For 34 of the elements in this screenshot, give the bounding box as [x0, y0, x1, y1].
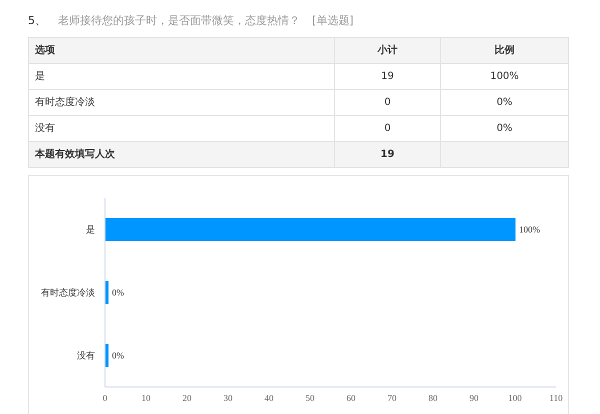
- table-cell: 19: [334, 64, 440, 90]
- x-tick-label: 110: [549, 393, 563, 403]
- value-label: 100%: [519, 224, 540, 234]
- x-tick-label: 0: [102, 393, 108, 403]
- x-tick-label: 90: [470, 393, 478, 403]
- column-header: 小计: [334, 38, 440, 64]
- value-label: 0%: [112, 288, 124, 298]
- bar: [106, 344, 108, 367]
- column-header: 比例: [440, 38, 568, 64]
- question-number: 5、: [28, 12, 46, 29]
- x-tick-label: 50: [306, 393, 314, 403]
- table-cell: 0: [334, 90, 440, 116]
- table-cell: 0%: [440, 90, 568, 116]
- category-label: 没有: [77, 350, 95, 360]
- x-tick-label: 80: [428, 393, 438, 403]
- x-tick-label: 100: [508, 393, 522, 403]
- table-cell: 有时态度冷淡: [28, 90, 334, 116]
- bar: [106, 281, 108, 304]
- table-cell: 19: [334, 142, 440, 168]
- category-label: 有时态度冷淡: [41, 288, 95, 298]
- question-text: 老师接待您的孩子时，是否面带微笑，态度热情？: [58, 12, 300, 29]
- table-cell: 是: [28, 64, 334, 90]
- value-label: 0%: [112, 350, 124, 360]
- x-tick-label: 20: [182, 393, 192, 403]
- column-header: 选项: [28, 38, 334, 64]
- category-label: 是: [86, 224, 95, 234]
- x-tick-label: 10: [142, 393, 150, 403]
- question-type-tag: [单选题]: [312, 12, 354, 30]
- x-tick-label: 40: [264, 393, 274, 403]
- table-cell: 本题有效填写人次: [28, 142, 334, 168]
- x-tick-label: 30: [224, 393, 232, 403]
- table-cell: 100%: [440, 64, 568, 90]
- x-tick-label: 70: [388, 393, 396, 403]
- x-tick-label: 60: [346, 393, 356, 403]
